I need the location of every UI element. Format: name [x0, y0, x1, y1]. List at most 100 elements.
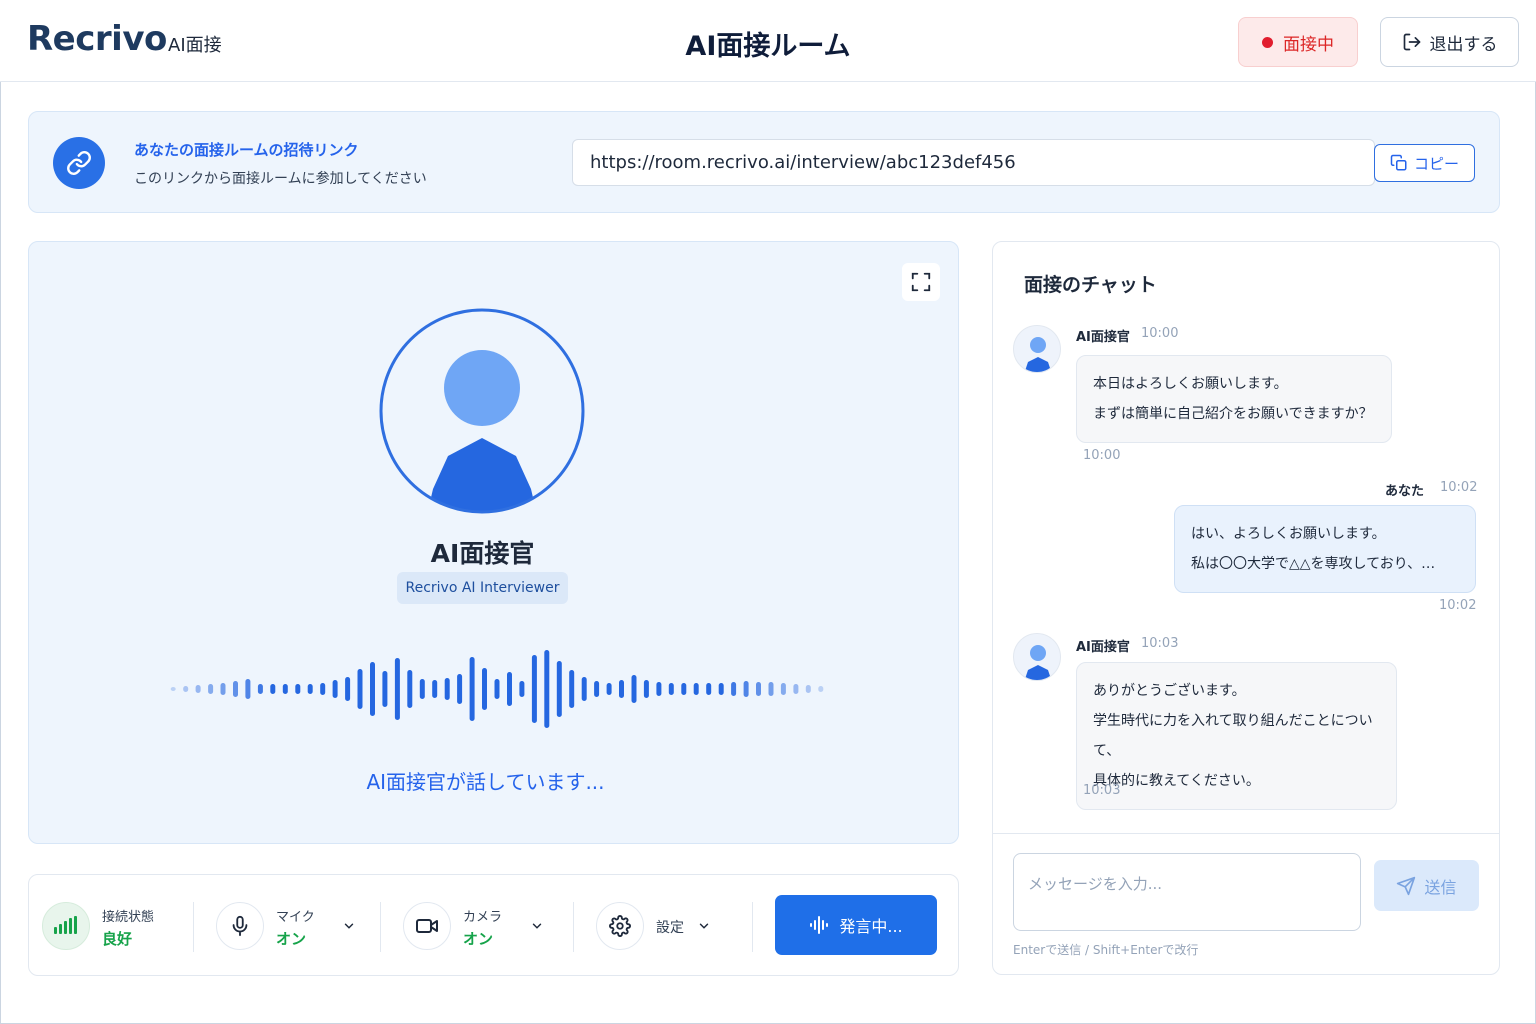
link-icon [53, 137, 105, 189]
fullscreen-button[interactable] [902, 263, 940, 301]
message-line: 学生時代に力を入れて取り組んだことについて、 [1093, 713, 1373, 759]
waveform-bar [183, 686, 189, 692]
waveform-bar [208, 684, 214, 694]
waveform-bar [643, 680, 649, 698]
waveform-bar [457, 674, 463, 704]
waveform-bar [357, 669, 363, 709]
waveform-bar [743, 681, 749, 697]
waveform-bar [718, 683, 724, 695]
waveform-bar [793, 684, 799, 694]
message-footer-time: 10:02 [1439, 598, 1477, 613]
waveform-bar [519, 681, 525, 697]
waveform-bar [668, 683, 674, 695]
copy-icon [1390, 154, 1407, 171]
recording-dot-icon [1262, 36, 1273, 48]
invite-title: あなたの面接ルームの招待リンク [134, 141, 359, 159]
divider [380, 902, 381, 952]
message-line: ありがとうございます。 [1093, 683, 1246, 699]
message-line: 具体的に教えてください。 [1093, 773, 1260, 789]
copy-button[interactable]: コピー [1374, 144, 1475, 182]
camera-icon [416, 919, 438, 933]
waveform-icon [810, 916, 829, 934]
waveform-bar [419, 679, 425, 699]
input-hint: Enterで送信 / Shift+Enterで改行 [1013, 943, 1199, 957]
ai-avatar [1013, 633, 1061, 681]
divider [993, 833, 1499, 834]
chevron-down-icon[interactable] [530, 919, 544, 933]
message-bubble: 本日はよろしくお願いします。 まずは簡単に自己紹介をお願いできますか？ [1076, 355, 1392, 443]
camera-label: カメラ [463, 910, 503, 925]
waveform-bar [756, 682, 761, 696]
expand-icon [911, 272, 931, 292]
camera-button[interactable] [403, 902, 451, 950]
message-time: 10:03 [1141, 636, 1179, 651]
waveform-bar [693, 683, 699, 695]
interviewer-name: AI面接官 [430, 539, 535, 568]
waveform-bar [469, 657, 475, 721]
connection-label: 接続状態 [102, 910, 155, 925]
waveform-bar [594, 681, 600, 697]
exit-button[interactable]: 退出する [1380, 17, 1519, 67]
settings-label: 設定 [656, 920, 684, 936]
message-input[interactable]: メッセージを入力... [1013, 853, 1361, 931]
camera-value: オン [463, 930, 494, 948]
waveform-bar [320, 683, 326, 695]
mic-label: マイク [276, 910, 315, 925]
interviewer-tag: Recrivo AI Interviewer [397, 572, 568, 604]
waveform-bar [444, 678, 450, 700]
waveform-bar [432, 680, 438, 698]
video-panel: AI面接官 Recrivo AI Interviewer AI面接官が話していま… [28, 241, 959, 844]
message-line: 私は〇〇大学で△△を専攻しており、… [1191, 556, 1436, 572]
speaking-button-label: 発言中... [839, 917, 903, 936]
waveform-bar [494, 679, 500, 699]
waveform-bar [257, 684, 263, 694]
chevron-down-icon[interactable] [697, 919, 711, 933]
waveform-bar [606, 683, 612, 695]
interviewer-avatar [379, 308, 585, 514]
waveform-bar [307, 684, 313, 694]
audio-waveform [170, 650, 824, 728]
waveform-bar [681, 683, 687, 695]
waveform-bar [531, 655, 537, 723]
message-bubble: はい、よろしくお願いします。 私は〇〇大学で△△を専攻しており、… [1174, 505, 1476, 593]
invite-description: このリンクから面接ルームに参加してください [134, 171, 427, 187]
message-footer-time: 10:00 [1083, 448, 1121, 463]
waveform-bar [394, 658, 400, 720]
waveform-bar [332, 680, 338, 698]
divider [573, 902, 574, 952]
connection-value: 良好 [102, 930, 133, 948]
send-button[interactable]: 送信 [1374, 860, 1479, 911]
waveform-bar [631, 675, 637, 703]
invite-url-field[interactable]: https://room.recrivo.ai/interview/abc123… [572, 139, 1375, 186]
chevron-down-icon[interactable] [342, 919, 356, 933]
waveform-bar [195, 685, 201, 693]
copy-label: コピー [1413, 154, 1459, 173]
waveform-bar [619, 680, 624, 698]
waveform-bar [282, 684, 288, 694]
settings-button[interactable] [596, 902, 644, 950]
control-bar: 接続状態 良好 マイク オン カメラ オン 設定 発言中... [28, 874, 959, 976]
chat-panel: 面接のチャット AI面接官 10:00 本日はよろしくお願いします。 まずは簡単… [992, 241, 1500, 975]
waveform-bar [170, 687, 176, 691]
waveform-bar [656, 682, 662, 696]
message-footer-time: 10:03 [1083, 783, 1121, 798]
message-line: 本日はよろしくお願いします。 [1093, 376, 1288, 392]
gear-icon [609, 915, 631, 937]
message-sender: AI面接官 [1076, 330, 1130, 345]
waveform-bar [295, 684, 301, 694]
message-bubble: ありがとうございます。 学生時代に力を入れて取り組んだことについて、 具体的に教… [1076, 662, 1397, 810]
ai-avatar [1013, 325, 1061, 373]
waveform-bar [780, 683, 786, 695]
mic-button[interactable] [216, 902, 264, 950]
exit-icon [1403, 33, 1420, 51]
waveform-bar [581, 677, 587, 701]
message-time: 10:00 [1141, 326, 1179, 341]
send-icon [1397, 876, 1416, 895]
waveform-bar [731, 682, 737, 696]
waveform-bar [382, 671, 388, 707]
waveform-bar [482, 668, 487, 710]
chat-title: 面接のチャット [1024, 274, 1157, 296]
speaking-button[interactable]: 発言中... [775, 895, 937, 955]
waveform-bar [507, 672, 512, 706]
waveform-bar [407, 670, 413, 708]
